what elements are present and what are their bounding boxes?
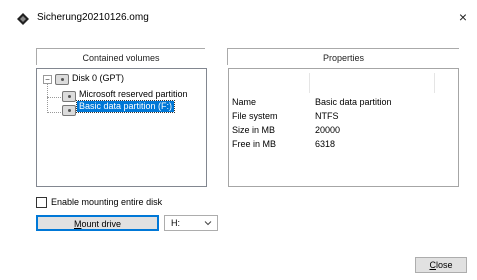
property-value: Basic data partition bbox=[315, 97, 392, 107]
property-value: NTFS bbox=[315, 111, 339, 121]
button-label: lose bbox=[435, 260, 453, 270]
tree-connector bbox=[47, 97, 61, 98]
enable-mounting-checkbox[interactable] bbox=[36, 197, 47, 208]
property-name: Name bbox=[232, 97, 257, 107]
mount-drive-button[interactable]: Mount drive bbox=[36, 215, 159, 231]
property-name: Free in MB bbox=[232, 139, 277, 149]
property-name: Size in MB bbox=[232, 125, 276, 135]
properties-panel: Name Basic data partition File system NT… bbox=[228, 68, 459, 187]
drive-letter-select[interactable]: H: bbox=[164, 215, 218, 231]
column-divider bbox=[309, 73, 310, 93]
close-window-icon[interactable]: × bbox=[455, 9, 471, 25]
enable-mounting-label[interactable]: Enable mounting entire disk bbox=[51, 196, 162, 208]
button-label: ount drive bbox=[81, 219, 122, 229]
dialog-window: Sicherung20210126.omg × Contained volume… bbox=[0, 0, 477, 280]
properties-header: Properties bbox=[227, 48, 459, 65]
disk-icon bbox=[55, 74, 69, 85]
tree-item-reserved-partition[interactable]: Microsoft reserved partition bbox=[77, 89, 190, 100]
title-bar: Sicherung20210126.omg × bbox=[0, 0, 477, 36]
column-divider bbox=[434, 73, 435, 93]
collapse-toggle[interactable]: − bbox=[43, 75, 52, 84]
property-value: 6318 bbox=[315, 139, 336, 149]
contained-volumes-header: Contained volumes bbox=[36, 48, 205, 65]
chevron-down-icon bbox=[204, 221, 212, 226]
diamond-app-icon bbox=[17, 13, 29, 25]
volumes-tree[interactable]: − Disk 0 (GPT) Microsoft reserved partit… bbox=[36, 68, 207, 187]
property-name: File system bbox=[232, 111, 278, 121]
tree-item-basic-data-partition[interactable]: Basic data partition (F:) bbox=[75, 100, 176, 113]
drive-letter-value: H: bbox=[171, 218, 180, 228]
disk-icon bbox=[62, 105, 76, 116]
tree-connector bbox=[47, 79, 48, 113]
window-title: Sicherung20210126.omg bbox=[37, 12, 149, 23]
tree-item-disk-0[interactable]: Disk 0 (GPT) bbox=[70, 73, 126, 84]
close-button[interactable]: Close bbox=[415, 257, 467, 273]
property-value: 20000 bbox=[315, 125, 341, 135]
disk-icon bbox=[62, 91, 76, 102]
tree-connector bbox=[47, 112, 61, 113]
